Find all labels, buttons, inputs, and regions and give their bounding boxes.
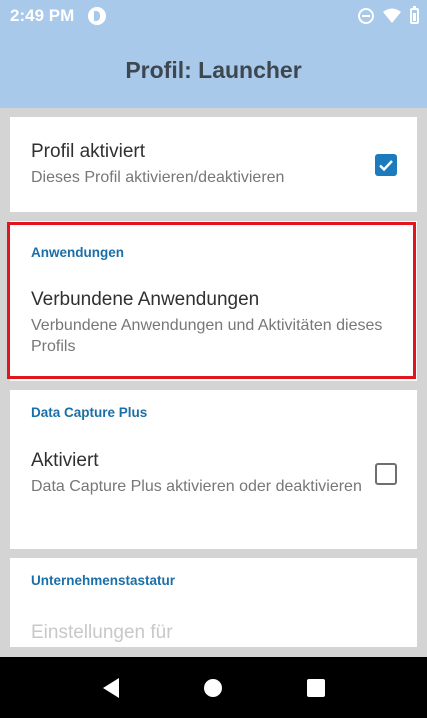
applications-category-title: Anwendungen: [31, 245, 124, 260]
status-time: 2:49 PM: [10, 6, 75, 25]
data-capture-plus-summary: Data Capture Plus aktivieren oder deakti…: [31, 478, 362, 495]
enterprise-keyboard-preference[interactable]: Einstellungen für: [10, 622, 417, 644]
data-capture-plus-category-title: Data Capture Plus: [31, 405, 148, 420]
connected-apps-summary: Verbundene Anwendungen und Aktivitäten d…: [31, 317, 383, 355]
enterprise-keyboard-text: Einstellungen für: [31, 622, 397, 644]
enterprise-keyboard-title: Einstellungen für: [31, 622, 173, 643]
profile-enabled-summary: Dieses Profil aktivieren/deaktivieren: [31, 169, 285, 186]
do-not-disturb-icon: [358, 8, 374, 24]
applications-card: Anwendungen Verbundene Anwendungen Verbu…: [10, 221, 417, 381]
profile-enabled-text: Profil aktiviert Dieses Profil aktiviere…: [31, 141, 375, 188]
back-icon[interactable]: [102, 677, 119, 698]
data-capture-plus-preference[interactable]: Aktiviert Data Capture Plus aktivieren o…: [10, 450, 417, 497]
profile-enabled-card: Profil aktiviert Dieses Profil aktiviere…: [10, 117, 417, 212]
status-bar: 2:49 PM: [0, 0, 427, 32]
profile-enabled-preference[interactable]: Profil aktiviert Dieses Profil aktiviere…: [10, 117, 417, 212]
data-capture-plus-title: Aktiviert: [31, 450, 99, 471]
wifi-icon: [383, 8, 401, 23]
data-capture-plus-text: Aktiviert Data Capture Plus aktivieren o…: [31, 450, 375, 497]
connected-apps-title: Verbundene Anwendungen: [31, 289, 260, 310]
profile-enabled-checkbox[interactable]: [375, 153, 397, 176]
status-icons: [358, 6, 419, 24]
profile-enabled-title: Profil aktiviert: [31, 141, 146, 162]
checkmark-icon: [379, 159, 393, 171]
home-icon[interactable]: [203, 678, 222, 697]
app-bar: Profil: Launcher: [0, 32, 427, 108]
data-capture-plus-card: Data Capture Plus Aktiviert Data Capture…: [10, 390, 417, 549]
battery-icon: [410, 6, 419, 24]
app-notification-icon: [88, 7, 107, 25]
preferences-list: Profil aktiviert Dieses Profil aktiviere…: [10, 117, 417, 647]
data-capture-plus-checkbox[interactable]: [375, 462, 397, 485]
enterprise-keyboard-category-title: Unternehmenstastatur: [31, 573, 176, 588]
page-title: Profil: Launcher: [125, 56, 302, 83]
navigation-bar: [0, 657, 427, 718]
connected-apps-text: Verbundene Anwendungen Verbundene Anwend…: [31, 289, 397, 357]
enterprise-keyboard-card: Unternehmenstastatur Einstellungen für: [10, 558, 417, 647]
connected-apps-preference[interactable]: Verbundene Anwendungen Verbundene Anwend…: [10, 289, 417, 357]
recent-apps-icon[interactable]: [306, 678, 325, 697]
